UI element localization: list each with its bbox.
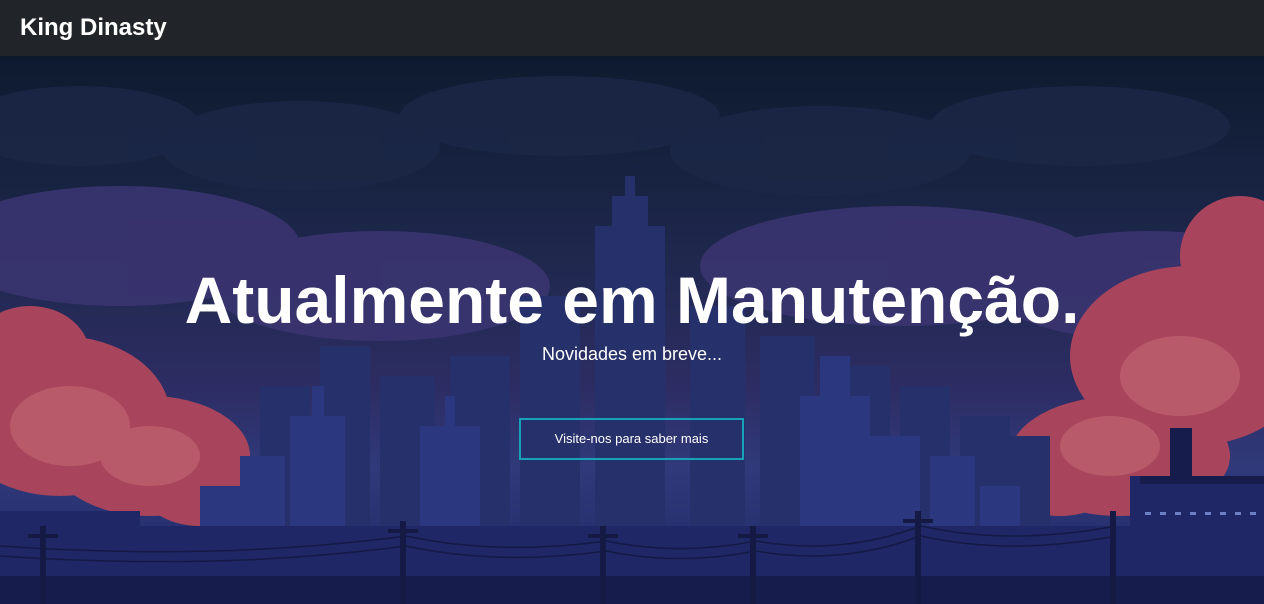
maintenance-subline: Novidades em breve... (541, 344, 723, 364)
navbar: King Dinasty (0, 0, 1264, 56)
hero-content: Atualmente em Manutenção. Novidades em b… (0, 56, 1264, 604)
maintenance-headline: Atualmente em Manutenção. (184, 263, 1080, 337)
brand-logo[interactable]: King Dinasty (20, 14, 167, 42)
hero-section: Atualmente em Manutenção. Novidades em b… (0, 56, 1264, 604)
learn-more-button[interactable]: Visite-nos para saber mais (519, 418, 744, 460)
